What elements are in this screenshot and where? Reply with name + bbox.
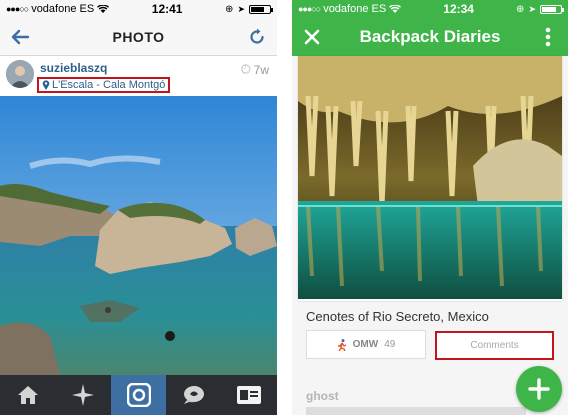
orientation-lock-icon: ⊕ xyxy=(516,3,525,15)
status-time: 12:41 xyxy=(151,2,183,16)
clock-icon: 🕘︎ xyxy=(241,62,251,76)
tab-camera[interactable] xyxy=(110,375,167,415)
running-person-icon xyxy=(337,338,346,351)
more-vertical-icon[interactable] xyxy=(536,25,560,49)
post-age-label: 7w xyxy=(253,62,269,77)
add-button[interactable] xyxy=(516,366,562,412)
omw-label: OMW xyxy=(352,339,379,350)
activity-icon xyxy=(183,386,204,404)
wifi-icon xyxy=(389,4,402,13)
post-photo[interactable] xyxy=(0,96,277,375)
post-header: suzieblaszq L'Escala - Cala Montgó 🕘︎ 7w xyxy=(0,56,277,96)
page-title: Backpack Diaries xyxy=(359,27,501,46)
battery-icon xyxy=(539,4,564,14)
carrier-label: vodafone ES xyxy=(323,3,387,15)
carrier-label: vodafone ES xyxy=(31,3,95,15)
tab-activity[interactable] xyxy=(166,375,221,415)
username-link[interactable]: suzieblaszq xyxy=(40,61,170,75)
back-arrow-icon[interactable] xyxy=(8,25,32,49)
tab-profile[interactable] xyxy=(222,375,277,415)
status-time: 12:34 xyxy=(443,2,474,16)
signal-icon: ●●●○○ xyxy=(298,4,321,14)
wifi-icon xyxy=(97,4,110,13)
profile-icon xyxy=(237,386,262,404)
plus-icon xyxy=(528,378,550,400)
top-nav-bar: PHOTO xyxy=(0,18,277,56)
next-post-preview xyxy=(306,407,526,415)
bottom-tab-bar xyxy=(0,375,277,415)
orientation-lock-icon: ⊕ xyxy=(225,3,234,15)
location-label: L'Escala - Cala Montgó xyxy=(52,79,166,91)
post-caption: Cenotes of Rio Secreto, Mexico xyxy=(306,309,489,324)
location-pin-icon xyxy=(42,80,50,90)
page-title: PHOTO xyxy=(112,28,165,45)
home-icon xyxy=(17,386,38,404)
location-arrow-icon: ➤ xyxy=(528,3,536,14)
refresh-icon[interactable] xyxy=(245,25,269,49)
tab-home[interactable] xyxy=(0,375,55,415)
post-age: 🕘︎ 7w xyxy=(241,62,269,77)
tab-explore[interactable] xyxy=(55,375,110,415)
status-bar: ●●●○○ vodafone ES 12:34 ⊕ ➤ xyxy=(292,0,568,18)
screenshot-stage: ●●●○○ vodafone ES 12:41 ⊕ ➤ PHOTO suzieb… xyxy=(0,0,568,415)
status-bar: ●●●○○ vodafone ES 12:41 ⊕ ➤ xyxy=(0,0,277,18)
close-icon[interactable] xyxy=(300,25,324,49)
explore-icon xyxy=(72,384,95,406)
next-post-author: ghost xyxy=(306,389,339,403)
location-arrow-icon: ➤ xyxy=(237,3,245,14)
avatar[interactable] xyxy=(6,60,34,88)
signal-icon: ●●●○○ xyxy=(6,4,29,14)
backpack-diaries-screen: ●●●○○ vodafone ES 12:34 ⊕ ➤ Backpack Dia… xyxy=(292,0,568,415)
post-card xyxy=(298,56,562,301)
comments-button[interactable]: Comments xyxy=(435,331,554,360)
camera-icon xyxy=(126,383,151,407)
omw-button[interactable]: OMW 49 xyxy=(306,330,426,359)
location-tag[interactable]: L'Escala - Cala Montgó xyxy=(37,77,171,93)
top-nav-bar: Backpack Diaries xyxy=(292,18,568,56)
omw-count: 49 xyxy=(384,339,396,350)
instagram-photo-screen: ●●●○○ vodafone ES 12:41 ⊕ ➤ PHOTO suzieb… xyxy=(0,0,277,415)
comments-label: Comments xyxy=(470,340,519,351)
battery-icon xyxy=(248,4,273,14)
post-photo[interactable] xyxy=(298,56,562,299)
